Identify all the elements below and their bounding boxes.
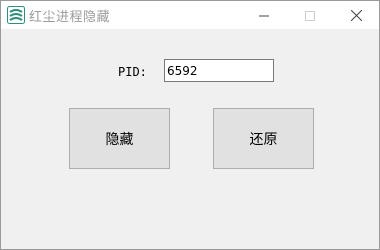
app-logo-icon [7, 6, 25, 24]
close-button[interactable] [333, 1, 379, 29]
minimize-icon [259, 6, 269, 25]
maximize-button[interactable] [287, 1, 333, 29]
restore-button[interactable]: 还原 [213, 108, 314, 169]
app-window: 红尘进程隐藏 PID: 隐藏 还原 [0, 0, 380, 250]
window-title: 红尘进程隐藏 [29, 10, 111, 25]
close-icon [350, 6, 362, 25]
minimize-button[interactable] [241, 1, 287, 29]
client-area: PID: 隐藏 还原 [1, 29, 379, 249]
pid-input[interactable] [164, 59, 274, 82]
title-bar[interactable]: 红尘进程隐藏 [1, 1, 379, 29]
pid-label: PID: [118, 65, 147, 79]
maximize-icon [305, 6, 315, 25]
hide-button[interactable]: 隐藏 [69, 108, 170, 169]
